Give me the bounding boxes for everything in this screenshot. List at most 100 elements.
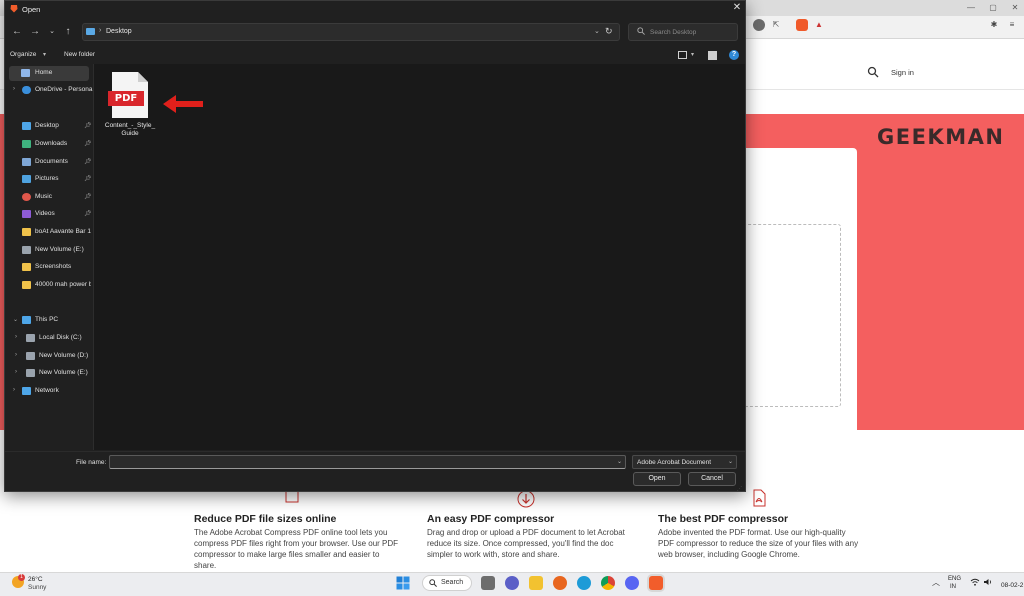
discord-icon[interactable] bbox=[625, 576, 639, 590]
pin-icon[interactable]: 📌︎ bbox=[84, 140, 92, 147]
pin-icon[interactable]: 📌︎ bbox=[84, 158, 92, 165]
folder-icon bbox=[22, 228, 31, 236]
nav-item-desktop[interactable]: Desktop 📌︎ bbox=[5, 119, 93, 134]
chevron-down-icon[interactable]: ⌄ bbox=[617, 458, 622, 465]
desktop-folder-icon bbox=[22, 122, 31, 130]
organize-caret-icon[interactable]: ▾ bbox=[43, 51, 46, 58]
back-arrow-icon[interactable]: ← bbox=[11, 26, 23, 38]
weather-condition[interactable]: Sunny bbox=[28, 584, 46, 591]
expand-chevron-icon[interactable]: › bbox=[15, 369, 17, 375]
nav-item-network[interactable]: › Network bbox=[5, 384, 93, 399]
nav-item-local-disk-c[interactable]: › Local Disk (C:) bbox=[9, 331, 93, 346]
collapse-chevron-icon[interactable]: ⌄ bbox=[13, 316, 18, 323]
weather-temperature[interactable]: 26°C bbox=[28, 576, 43, 583]
watermark-logo: GEEKMAN bbox=[877, 125, 1005, 149]
view-caret-icon[interactable]: ▾ bbox=[691, 51, 694, 58]
nav-item-boat-folder[interactable]: boAt Aavante Bar 1 bbox=[5, 225, 93, 240]
maximize-icon[interactable]: ▢ bbox=[986, 2, 1000, 14]
search-input[interactable] bbox=[650, 27, 730, 37]
forward-arrow-icon[interactable]: → bbox=[29, 26, 41, 38]
sign-in-link[interactable]: Sign in bbox=[891, 68, 914, 77]
up-arrow-icon[interactable]: ↑ bbox=[62, 26, 74, 38]
help-icon[interactable]: ? bbox=[729, 50, 739, 60]
nav-item-pictures[interactable]: Pictures 📌︎ bbox=[5, 172, 93, 187]
minimize-icon[interactable]: — bbox=[964, 2, 978, 14]
nav-item-documents[interactable]: Documents 📌︎ bbox=[5, 155, 93, 170]
open-button[interactable]: Open bbox=[633, 472, 681, 486]
nav-item-onedrive[interactable]: › OneDrive - Persona bbox=[5, 83, 93, 98]
cancel-button[interactable]: Cancel bbox=[688, 472, 736, 486]
file-name-line: Guide bbox=[121, 130, 139, 137]
new-folder-button[interactable]: New folder bbox=[64, 51, 95, 58]
brave-shield-icon[interactable] bbox=[796, 19, 808, 31]
windows-start-icon[interactable] bbox=[396, 576, 410, 590]
breadcrumb-separator-icon: › bbox=[99, 27, 102, 34]
nav-item-new-volume-d[interactable]: › New Volume (D:) bbox=[9, 349, 93, 364]
chrome-icon[interactable] bbox=[601, 576, 615, 590]
nav-item-label: Documents bbox=[35, 158, 68, 165]
expand-chevron-icon[interactable]: › bbox=[15, 352, 17, 358]
extensions-puzzle-icon[interactable]: ✱ bbox=[988, 19, 1000, 31]
nav-item-new-volume-e[interactable]: New Volume (E:) bbox=[5, 243, 93, 258]
recent-locations-chevron-icon[interactable]: ⌄ bbox=[46, 26, 58, 38]
pin-icon[interactable]: 📌︎ bbox=[84, 122, 92, 129]
file-list-area[interactable] bbox=[94, 64, 745, 450]
edge-icon[interactable] bbox=[577, 576, 591, 590]
pin-icon[interactable]: 📌︎ bbox=[84, 210, 92, 217]
chevron-down-icon[interactable]: ⌄ bbox=[594, 27, 600, 35]
pictures-icon bbox=[22, 175, 31, 183]
file-name-line: Content_-_Style_ bbox=[104, 122, 156, 129]
preview-pane-icon[interactable] bbox=[708, 51, 717, 60]
brave-rewards-icon[interactable]: ▲ bbox=[813, 19, 825, 31]
firefox-icon[interactable] bbox=[553, 576, 567, 590]
nav-item-label: New Volume (D:) bbox=[39, 352, 89, 359]
share-icon[interactable]: ⇱ bbox=[770, 19, 782, 31]
clock-date[interactable]: 08-02-2 bbox=[1001, 582, 1023, 589]
view-mode-icon[interactable] bbox=[678, 51, 687, 59]
language-indicator[interactable]: ENG bbox=[948, 576, 961, 582]
pin-icon[interactable]: 📌︎ bbox=[84, 193, 92, 200]
nav-item-downloads[interactable]: Downloads 📌︎ bbox=[5, 137, 93, 152]
extension-icon[interactable] bbox=[753, 19, 765, 31]
pin-icon[interactable]: 📌︎ bbox=[84, 175, 92, 182]
brave-browser-icon[interactable] bbox=[649, 576, 663, 590]
nav-item-label: New Volume (E:) bbox=[39, 369, 88, 376]
nav-item-screenshots[interactable]: Screenshots bbox=[5, 260, 93, 275]
resize-grip-icon[interactable]: ⋰ bbox=[737, 486, 742, 492]
nav-item-music[interactable]: Music 📌︎ bbox=[5, 190, 93, 205]
file-type-value[interactable]: Adobe Acrobat Document bbox=[637, 459, 711, 466]
nav-item-label: boAt Aavante Bar 1 bbox=[35, 228, 91, 235]
teams-chat-icon[interactable] bbox=[505, 576, 519, 590]
address-bar[interactable] bbox=[82, 23, 620, 41]
expand-chevron-icon[interactable]: › bbox=[13, 387, 15, 393]
search-icon[interactable] bbox=[867, 66, 879, 78]
wifi-icon[interactable] bbox=[970, 578, 980, 586]
chevron-down-icon[interactable]: ⌄ bbox=[728, 458, 733, 465]
nav-item-power-bank-folder[interactable]: 40000 mah power b bbox=[5, 278, 93, 293]
nav-item-this-pc[interactable]: ⌄ This PC bbox=[5, 313, 93, 328]
close-icon[interactable]: ✕ bbox=[731, 2, 743, 13]
pdf-badge-label: PDF bbox=[114, 93, 138, 104]
tray-chevron-up-icon[interactable]: ︿ bbox=[932, 577, 940, 588]
volume-icon[interactable] bbox=[983, 578, 993, 586]
close-window-icon[interactable]: ✕ bbox=[1008, 2, 1022, 14]
acrobat-file-icon bbox=[753, 489, 766, 507]
expand-chevron-icon[interactable]: › bbox=[13, 86, 15, 92]
language-region[interactable]: IN bbox=[950, 584, 956, 590]
task-view-icon[interactable] bbox=[481, 576, 495, 590]
organize-button[interactable]: Organize bbox=[10, 51, 36, 58]
address-path[interactable]: Desktop bbox=[106, 28, 132, 35]
desktop-folder-icon bbox=[86, 28, 95, 35]
music-icon bbox=[22, 193, 31, 201]
file-name-field[interactable] bbox=[109, 455, 626, 469]
refresh-icon[interactable]: ↻ bbox=[605, 26, 613, 37]
nav-item-new-volume-e2[interactable]: › New Volume (E:) bbox=[9, 366, 93, 381]
expand-chevron-icon[interactable]: › bbox=[15, 334, 17, 340]
notification-badge: 1 bbox=[18, 574, 25, 581]
nav-item-home[interactable]: Home bbox=[9, 66, 89, 81]
feature-body: The Adobe Acrobat Compress PDF online to… bbox=[194, 528, 399, 570]
nav-item-videos[interactable]: Videos 📌︎ bbox=[5, 207, 93, 222]
file-explorer-icon[interactable] bbox=[529, 576, 543, 590]
nav-item-label: Local Disk (C:) bbox=[39, 334, 82, 341]
menu-icon[interactable]: ≡ bbox=[1006, 19, 1018, 31]
